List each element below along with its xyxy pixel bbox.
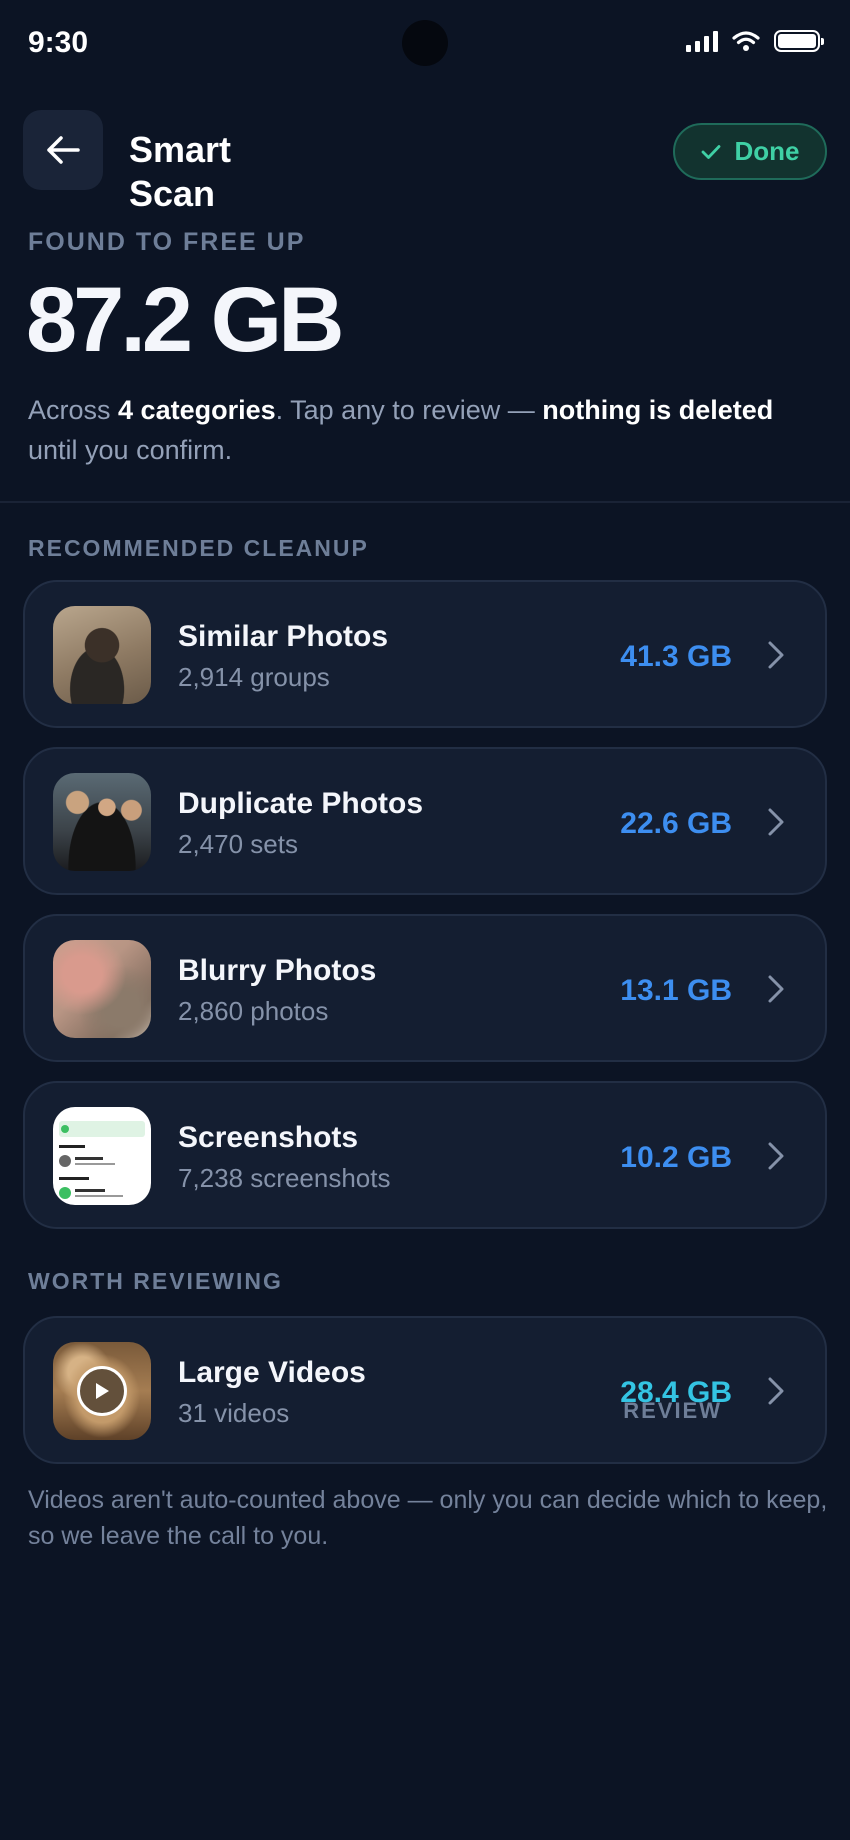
status-icons bbox=[686, 30, 824, 52]
card-title: Blurry Photos bbox=[178, 954, 377, 987]
summary-text-1: Across bbox=[28, 395, 119, 425]
battery-icon bbox=[774, 30, 824, 52]
done-label: Done bbox=[734, 136, 800, 166]
card-size: 13.1 GB bbox=[620, 974, 732, 1007]
category-card-similar-photos[interactable]: Similar Photos 2,914 groups 41.3 GB bbox=[23, 580, 827, 728]
card-subtitle: 2,470 sets bbox=[178, 829, 298, 859]
card-subtitle: 2,860 photos bbox=[178, 996, 329, 1026]
chevron-right-icon bbox=[768, 1142, 784, 1170]
chevron-right-icon bbox=[768, 1377, 784, 1405]
card-size: 41.3 GB bbox=[620, 640, 732, 673]
section-label-recommended: RECOMMENDED CLEANUP bbox=[28, 535, 369, 561]
similar-photos-thumbnail bbox=[53, 606, 151, 704]
checkmark-icon bbox=[701, 144, 720, 159]
card-size: 28.4 GB bbox=[620, 1376, 732, 1409]
category-card-large-videos[interactable]: Large Videos 31 videos REVIEW 28.4 GB bbox=[23, 1316, 827, 1464]
card-subtitle: 31 videos bbox=[178, 1398, 290, 1428]
summary-nothing-deleted: nothing is deleted bbox=[542, 395, 774, 425]
category-card-blurry-photos[interactable]: Blurry Photos 2,860 photos 13.1 GB bbox=[23, 914, 827, 1062]
card-title: Large Videos bbox=[178, 1356, 366, 1389]
back-button[interactable] bbox=[23, 110, 103, 190]
divider bbox=[0, 501, 850, 503]
duplicate-photos-thumbnail bbox=[53, 773, 151, 871]
chevron-right-icon bbox=[768, 808, 784, 836]
footnote: Videos aren't auto-counted above — only … bbox=[28, 1486, 828, 1550]
card-size: 22.6 GB bbox=[620, 807, 732, 840]
card-title: Duplicate Photos bbox=[178, 787, 424, 820]
card-subtitle: 2,914 groups bbox=[178, 662, 330, 692]
summary-text-2: . Tap any to review — bbox=[275, 395, 543, 425]
found-label: FOUND TO FREE UP bbox=[28, 228, 306, 256]
screenshots-thumbnail bbox=[53, 1107, 151, 1205]
blurry-photos-thumbnail bbox=[53, 940, 151, 1038]
status-time: 9:30 bbox=[28, 26, 89, 59]
page-title: Smart Scan bbox=[129, 129, 232, 214]
card-subtitle: 7,238 screenshots bbox=[178, 1163, 391, 1193]
section-label-worth-reviewing: WORTH REVIEWING bbox=[28, 1268, 283, 1294]
done-button[interactable]: Done bbox=[673, 123, 827, 180]
play-icon bbox=[77, 1366, 127, 1416]
card-title: Screenshots bbox=[178, 1121, 359, 1154]
cellular-signal-icon bbox=[686, 30, 718, 52]
arrow-left-icon bbox=[47, 136, 80, 164]
chevron-right-icon bbox=[768, 641, 784, 669]
screenshot-preview-image bbox=[59, 1121, 145, 1199]
card-title: Similar Photos bbox=[178, 620, 389, 653]
category-card-screenshots[interactable]: Screenshots 7,238 screenshots 10.2 GB bbox=[23, 1081, 827, 1229]
summary-text: Across 4 categories. Tap any to review —… bbox=[28, 390, 818, 470]
total-reclaimable: 87.2 GB bbox=[26, 269, 345, 371]
status-bar: 9:30 bbox=[0, 0, 850, 90]
wifi-icon bbox=[732, 31, 760, 51]
category-card-duplicate-photos[interactable]: Duplicate Photos 2,470 sets 22.6 GB bbox=[23, 747, 827, 895]
chevron-right-icon bbox=[768, 975, 784, 1003]
card-size: 10.2 GB bbox=[620, 1141, 732, 1174]
summary-categories: 4 categories bbox=[118, 395, 276, 425]
large-videos-thumbnail bbox=[53, 1342, 151, 1440]
camera-cutout bbox=[402, 20, 448, 66]
summary-text-3: until you confirm. bbox=[28, 435, 233, 465]
